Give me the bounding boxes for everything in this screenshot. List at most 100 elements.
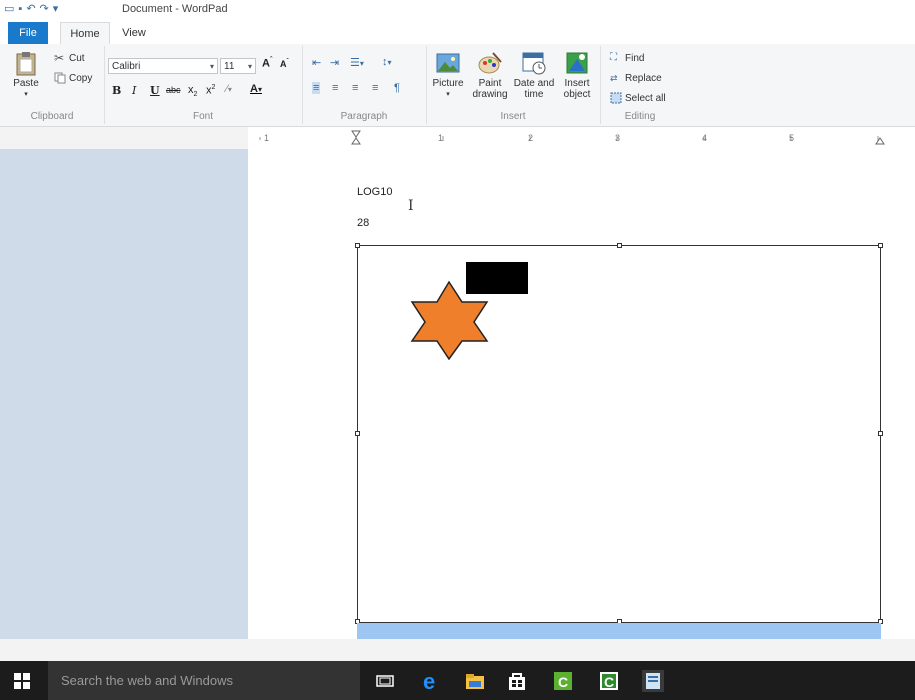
svg-text:e: e (423, 670, 435, 692)
svg-text:1: 1 (264, 133, 269, 143)
font-family-select[interactable]: Calibri ▾ (108, 58, 218, 74)
paragraph-group-label: Paragraph (340, 111, 388, 122)
file-explorer-icon[interactable] (464, 670, 486, 692)
paint-drawing-label-line1: Paint (478, 78, 502, 89)
superscript-icon[interactable]: x2 (206, 84, 215, 97)
underline-icon[interactable]: U (150, 84, 160, 97)
ruler-margin (0, 127, 248, 149)
chevron-down-icon: ▾ (209, 62, 214, 71)
list-icon[interactable]: ☰▾ (350, 56, 364, 69)
paint-drawing-button[interactable]: Paint drawing (470, 50, 510, 100)
align-left-icon[interactable]: ≡ (312, 82, 321, 94)
insert-object-label-line1: Insert (564, 78, 590, 89)
select-all-button[interactable]: Select all (610, 92, 666, 104)
font-color-icon[interactable]: A▾ (250, 83, 262, 95)
redo-icon[interactable]: ↷ (40, 2, 49, 15)
cut-label: Cut (69, 52, 85, 64)
paint-palette-icon (478, 52, 502, 74)
insert-group: Picture ▾ Paint drawing Date and time In… (426, 46, 601, 124)
windows-start-icon[interactable] (14, 673, 30, 689)
grow-font-icon[interactable]: Aˆ (262, 57, 272, 70)
replace-button[interactable]: ⇄ Replace (610, 72, 662, 84)
svg-text:2: 2 (528, 133, 533, 143)
shrink-font-icon[interactable]: Aˇ (280, 59, 289, 69)
resize-handle-top[interactable] (617, 243, 622, 248)
paste-label: Paste (13, 78, 39, 89)
right-indent-marker[interactable] (875, 137, 885, 145)
resize-handle-top-right[interactable] (878, 243, 883, 248)
bold-icon[interactable]: B (112, 84, 121, 97)
wordpad-taskbar-icon[interactable] (642, 670, 664, 692)
resize-handle-top-left[interactable] (355, 243, 360, 248)
doc-line-1[interactable]: LOG10 (357, 186, 392, 198)
svg-text:5: 5 (789, 133, 794, 143)
camtasia-recorder-icon[interactable]: C (598, 670, 620, 692)
insert-group-label: Insert (500, 111, 526, 122)
font-size-value: 11 (224, 61, 235, 72)
justify-icon[interactable]: ≡ (372, 82, 378, 94)
ribbon-tabs: File Home View (0, 22, 915, 45)
orange-star-shape[interactable] (410, 280, 490, 360)
editing-group: ⛶ Find ⇄ Replace Select all Editing (600, 46, 680, 124)
paragraph-group: ⇤ ⇥ ☰▾ ↕▾ ≡ ≡ ≡ ≡ ¶ Paragraph (302, 46, 427, 124)
binoculars-icon: ⛶ (610, 52, 617, 63)
camtasia-green-icon[interactable]: C (552, 670, 574, 692)
svg-text:3: 3 (615, 133, 620, 143)
decrease-indent-icon[interactable]: ⇤ (312, 56, 321, 69)
tab-file[interactable]: File (8, 22, 48, 44)
replace-label: Replace (625, 72, 662, 84)
subscript-icon[interactable]: x2 (188, 84, 197, 98)
taskbar: Search the web and Windows e C C (0, 661, 915, 700)
store-icon[interactable] (506, 670, 528, 692)
picture-dropdown-icon[interactable]: ▾ (446, 89, 450, 100)
quick-access-toolbar: ▭ ▪ ↶ ↷ ▾ (4, 2, 59, 16)
date-time-label-line1: Date and (513, 78, 555, 89)
edge-browser-icon[interactable]: e (420, 670, 442, 692)
doc-line-2[interactable]: 28 (357, 217, 369, 229)
svg-text:C: C (604, 674, 614, 690)
title-bar: ▭ ▪ ↶ ↷ ▾ Document - WordPad (0, 0, 915, 22)
align-center-icon[interactable]: ≡ (332, 82, 338, 94)
italic-icon[interactable]: I (132, 84, 136, 97)
highlight-color-icon[interactable]: ⁄▾ (226, 83, 232, 95)
insert-object-label-line2: object (563, 89, 591, 100)
resize-handle-left[interactable] (355, 431, 360, 436)
strikethrough-icon[interactable]: abc (166, 85, 181, 95)
paint-drawing-label-line2: drawing (472, 89, 508, 100)
ruler[interactable]: 1 1 2 3 4 5 (248, 127, 915, 150)
insert-object-button[interactable]: Insert object (558, 50, 596, 100)
paste-button[interactable]: Paste ▾ (10, 50, 42, 100)
select-all-label: Select all (625, 92, 666, 104)
tab-home[interactable]: Home (60, 22, 110, 45)
undo-icon[interactable]: ↶ (26, 2, 35, 15)
picture-button[interactable]: Picture ▾ (430, 50, 466, 100)
task-view-icon[interactable] (374, 670, 396, 692)
first-line-indent-marker[interactable] (351, 130, 361, 138)
date-time-button[interactable]: Date and time (512, 50, 556, 100)
cut-button[interactable]: ✂ Cut (54, 52, 85, 64)
picture-label: Picture (432, 78, 464, 89)
hanging-indent-marker[interactable] (351, 137, 361, 145)
paragraph-settings-icon[interactable]: ¶ (394, 82, 400, 94)
editing-group-label: Editing (624, 111, 656, 122)
resize-handle-right[interactable] (878, 431, 883, 436)
find-button[interactable]: ⛶ Find (610, 52, 644, 64)
select-all-icon (610, 92, 622, 104)
copy-button[interactable]: Copy (54, 72, 92, 84)
find-label: Find (625, 52, 645, 64)
paste-icon (16, 52, 36, 76)
taskbar-search-input[interactable]: Search the web and Windows (48, 661, 360, 700)
save-icon[interactable]: ▪ (18, 3, 22, 15)
customize-qat-icon[interactable]: ▾ (53, 2, 59, 15)
increase-indent-icon[interactable]: ⇥ (330, 56, 339, 69)
copy-icon (54, 72, 66, 84)
paste-dropdown-icon[interactable]: ▾ (24, 89, 28, 100)
align-right-icon[interactable]: ≡ (352, 82, 358, 94)
line-spacing-icon[interactable]: ↕▾ (382, 56, 392, 68)
font-size-select[interactable]: 11 ▾ (220, 58, 256, 74)
clipboard-group-label: Clipboard (30, 111, 74, 122)
window-title: Document - WordPad (122, 3, 228, 15)
app-icon[interactable]: ▭ (4, 2, 14, 15)
picture-icon (436, 53, 460, 73)
tab-view[interactable]: View (116, 22, 152, 44)
